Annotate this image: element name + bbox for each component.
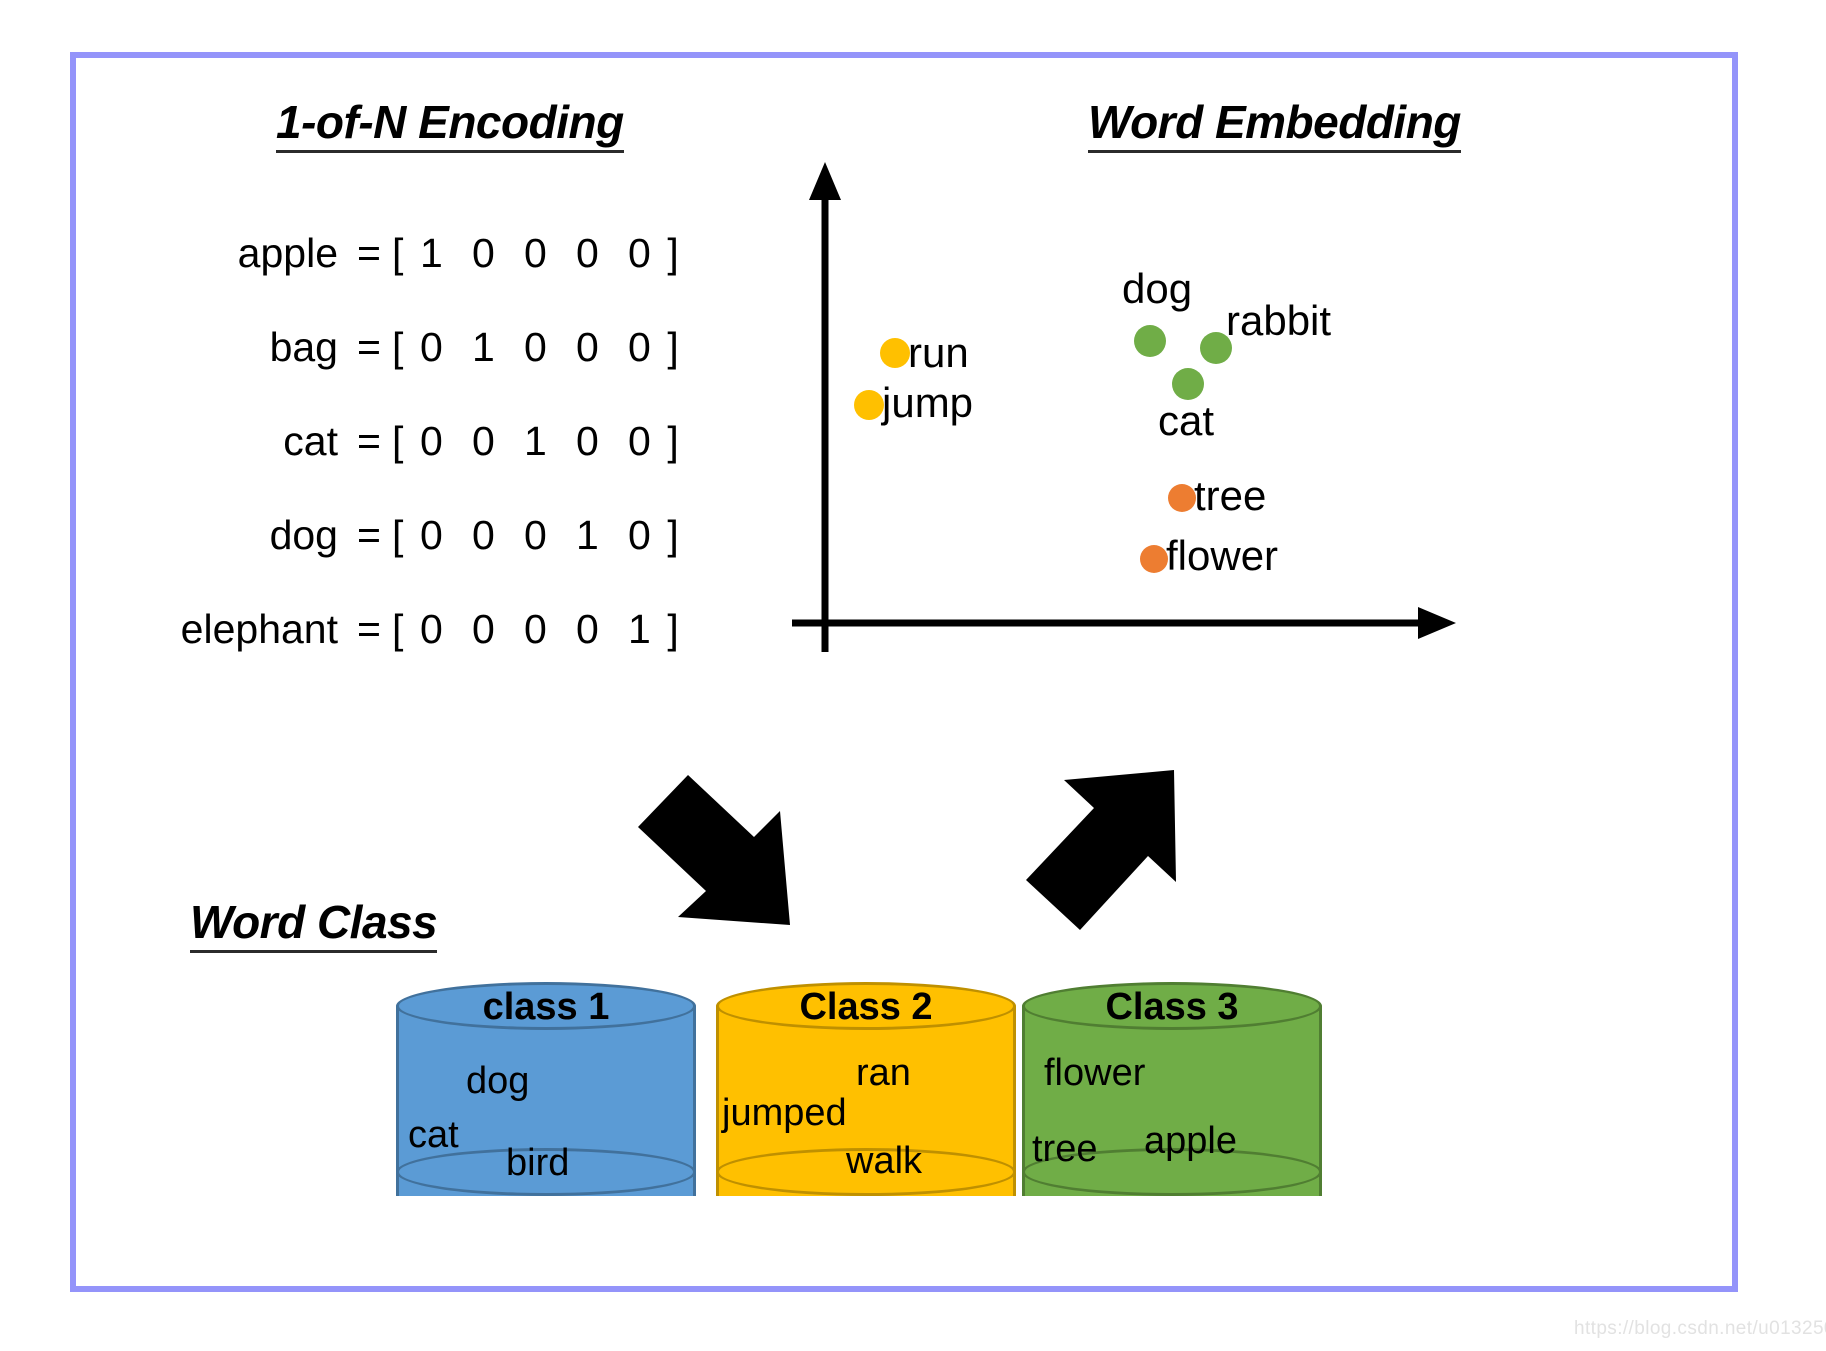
- encoding-row: elephant = [0 0 0 0 1]: [120, 606, 760, 700]
- vector-digit: 0: [524, 606, 547, 652]
- arrow-up-right-icon: [1026, 770, 1176, 930]
- vector-digit: 1: [524, 418, 547, 464]
- vector-digit: 1: [628, 606, 651, 652]
- section-title-word-class: Word Class: [190, 898, 438, 954]
- bracket-open: [: [392, 418, 404, 464]
- vector-digit: 0: [472, 512, 495, 558]
- bracket-close: ]: [667, 512, 679, 558]
- encoding-word-label: bag: [269, 324, 338, 370]
- section-title-word-embedding: Word Embedding: [1088, 98, 1461, 154]
- vector-digit: 0: [524, 324, 547, 370]
- vector-digit: 0: [628, 512, 651, 558]
- bracket-open: [: [392, 512, 404, 558]
- bracket-close: ]: [667, 230, 679, 276]
- vector-digit: 0: [628, 418, 651, 464]
- encoding-word-label: elephant: [180, 606, 338, 652]
- class-title: Class 2: [799, 986, 933, 1028]
- class-title: class 1: [482, 986, 610, 1028]
- encoding-row: apple = [1 0 0 0 0]: [120, 230, 760, 324]
- class-word: tree: [1032, 1128, 1098, 1170]
- vector-digit: 0: [576, 230, 599, 276]
- word-class-cylinder-3: Class 3 flower tree apple: [1022, 982, 1322, 1220]
- word-class-cylinder-2: Class 2 ran jumped walk: [716, 982, 1016, 1220]
- vector-digit: 0: [420, 418, 443, 464]
- encoding-vector: [1 0 0 0 0]: [390, 230, 681, 277]
- vector-digit: 0: [524, 230, 547, 276]
- scatter-point-tree: [1168, 484, 1196, 512]
- encoding-row: cat = [0 0 1 0 0]: [120, 418, 760, 512]
- vector-digit: 0: [576, 606, 599, 652]
- bracket-open: [: [392, 230, 404, 276]
- scatter-label-dog: dog: [1122, 265, 1193, 312]
- vector-digit: 1: [576, 512, 599, 558]
- vector-digit: 0: [420, 606, 443, 652]
- equals-sign: =: [357, 230, 381, 276]
- encoding-row: dog = [0 0 0 1 0]: [120, 512, 760, 606]
- class-word: cat: [408, 1114, 459, 1156]
- equals-sign: =: [357, 606, 381, 652]
- vector-digit: 1: [420, 230, 443, 276]
- encoding-word-label: cat: [283, 418, 338, 464]
- scatter-label-tree: tree: [1194, 472, 1267, 519]
- scatter-point-jump: [854, 390, 884, 420]
- encoding-word-label: apple: [237, 230, 338, 276]
- vector-digit: 0: [576, 324, 599, 370]
- vector-digit: 1: [472, 324, 495, 370]
- class-word: flower: [1044, 1052, 1146, 1094]
- vector-digit: 0: [472, 230, 495, 276]
- class-word: bird: [506, 1142, 570, 1184]
- vector-digit: 0: [420, 512, 443, 558]
- scatter-point-run: [880, 338, 910, 368]
- equals-sign: =: [357, 418, 381, 464]
- class-word: ran: [856, 1052, 911, 1094]
- class-word-list: dog cat bird: [396, 1044, 696, 1204]
- encoding-vector: [0 1 0 0 0]: [390, 324, 681, 371]
- vector-digit: 0: [524, 512, 547, 558]
- class-word-list: flower tree apple: [1022, 1044, 1322, 1204]
- scatter-label-flower: flower: [1166, 532, 1279, 579]
- equals-sign: =: [357, 324, 381, 370]
- scatter-label-run: run: [908, 329, 969, 376]
- encoding-word-label: dog: [269, 512, 338, 558]
- bracket-close: ]: [667, 324, 679, 370]
- x-axis-arrowhead-icon: [1418, 607, 1456, 639]
- bracket-open: [: [392, 606, 404, 652]
- vector-digit: 0: [628, 230, 651, 276]
- scatter-label-cat: cat: [1158, 397, 1215, 444]
- bracket-close: ]: [667, 418, 679, 464]
- encoding-vector: [0 0 0 1 0]: [390, 512, 681, 559]
- vector-digit: 0: [576, 418, 599, 464]
- slide-canvas: 1-of-N Encoding apple = [1 0 0 0 0] bag = [0…: [0, 0, 1826, 1351]
- class-word: apple: [1144, 1120, 1237, 1162]
- word-class-cylinder-1: class 1 dog cat bird: [396, 982, 696, 1220]
- section-title-one-of-n: 1-of-N Encoding: [276, 98, 624, 154]
- class-word: walk: [846, 1140, 923, 1182]
- scatter-label-rabbit: rabbit: [1226, 297, 1332, 344]
- scatter-point-flower: [1140, 545, 1168, 573]
- class-title: Class 3: [1105, 986, 1239, 1028]
- vector-digit: 0: [628, 324, 651, 370]
- bracket-close: ]: [667, 606, 679, 652]
- scatter-label-jump: jump: [882, 379, 974, 426]
- vector-digit: 0: [420, 324, 443, 370]
- class-word-list: ran jumped walk: [716, 1044, 1016, 1204]
- vector-digit: 0: [472, 606, 495, 652]
- equals-sign: =: [357, 512, 381, 558]
- encoding-vector: [0 0 1 0 0]: [390, 418, 681, 465]
- vector-digit: 0: [472, 418, 495, 464]
- class-word: jumped: [722, 1092, 847, 1134]
- one-of-n-encoding-list: apple = [1 0 0 0 0] bag = [0 1 0 0 0] cat = [0 0 1…: [120, 230, 760, 700]
- scatter-point-cat: [1172, 368, 1204, 400]
- watermark-text: https://blog.csdn.net/u013250861: [1574, 1318, 1826, 1339]
- scatter-point-dog: [1134, 325, 1166, 357]
- word-embedding-scatter-plot: run jump dog rabbit cat tree flower: [780, 160, 1470, 670]
- bracket-open: [: [392, 324, 404, 370]
- encoding-row: bag = [0 1 0 0 0]: [120, 324, 760, 418]
- encoding-vector: [0 0 0 0 1]: [390, 606, 681, 653]
- class-word: dog: [466, 1060, 530, 1102]
- arrow-down-right-icon: [638, 775, 790, 925]
- y-axis-arrowhead-icon: [809, 162, 841, 200]
